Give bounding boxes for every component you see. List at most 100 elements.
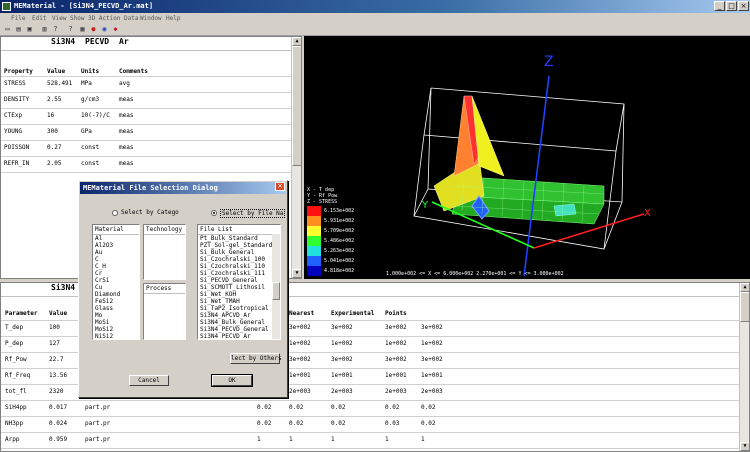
cancel-button[interactable]: Cancel bbox=[129, 375, 169, 386]
menu-data[interactable]: Data bbox=[124, 15, 138, 22]
globe-icon[interactable]: ● bbox=[89, 25, 98, 34]
material-item[interactable]: Cu bbox=[93, 284, 139, 291]
ok-button[interactable]: OK bbox=[211, 374, 253, 387]
new-icon[interactable]: ▭ bbox=[3, 25, 12, 34]
property-row[interactable]: DENSITY 2.55 g/cm3 meas bbox=[1, 93, 301, 109]
scroll-thumb[interactable] bbox=[292, 46, 301, 166]
property-row-cell: 10(-7)/C bbox=[81, 112, 110, 119]
file-item[interactable]: Si_Bulk_General bbox=[198, 249, 272, 256]
file-selection-dialog: MEMaterial File Selection Dialog × Selec… bbox=[78, 180, 288, 398]
scroll-up-arrow[interactable]: ▲ bbox=[292, 37, 301, 46]
file-item[interactable]: Si3N4_PECVD_Ar bbox=[198, 333, 272, 339]
property-row-cell: 16 bbox=[47, 112, 55, 119]
material-item[interactable]: Mo bbox=[93, 312, 139, 319]
app-icon bbox=[2, 2, 11, 11]
file-item[interactable]: Si_Wet_KOH bbox=[198, 291, 272, 298]
file-item[interactable]: Si_Czochralski_111 bbox=[198, 270, 272, 277]
process-list-header: Process bbox=[144, 284, 185, 294]
file-list[interactable]: File List Pt_Bulk_Standard PZT_Sol-gel_St… bbox=[197, 224, 281, 340]
material-item[interactable]: FeSi2 bbox=[93, 298, 139, 305]
parameter-row-cell: 0.024 bbox=[49, 420, 68, 427]
file-item[interactable]: PZT_Sol-gel_Standard bbox=[198, 242, 272, 249]
file-item[interactable]: Si3N4_PECVD_General bbox=[198, 326, 272, 333]
material-item[interactable]: MoSi bbox=[93, 319, 139, 326]
bottom-scroll-thumb[interactable] bbox=[740, 292, 749, 322]
file-item[interactable]: Si3N4_Bulk_General bbox=[198, 319, 272, 326]
open-icon[interactable]: ▤ bbox=[14, 25, 23, 34]
properties-column-header[interactable]: Property Value Units Comments bbox=[1, 65, 301, 77]
properties-scrollbar[interactable]: ▲ ▼ bbox=[291, 37, 301, 278]
parameters-scrollbar[interactable]: ▲ ▼ bbox=[739, 283, 749, 451]
parameter-row[interactable]: NH3pp 0.024 part.pr 0.02 0.02 0.02 0.03 0.02 bbox=[1, 417, 749, 433]
parameter-row-cell: 0.02 bbox=[331, 404, 346, 411]
file-item[interactable]: Si_TaP2_Isotropical bbox=[198, 305, 272, 312]
file-item[interactable]: Si_SCMOTT_Lithosil bbox=[198, 284, 272, 291]
3d-plot-view[interactable]: Z Y X X - T dep Y - Rf Pow Z - STRESS 6.… bbox=[304, 36, 750, 279]
material-item[interactable]: Al bbox=[93, 235, 139, 242]
menu-3d-action[interactable]: 3D Action bbox=[88, 15, 121, 22]
dialog-close-button[interactable]: × bbox=[275, 182, 285, 191]
legend-axis-z: Z - STRESS bbox=[307, 199, 337, 205]
radio-select-by-filename[interactable] bbox=[211, 210, 217, 216]
flag-icon[interactable]: ◉ bbox=[100, 25, 109, 34]
property-row[interactable]: REFR_IN 2.05 const meas bbox=[1, 157, 301, 173]
property-row[interactable]: YOUNG 300 GPa meas bbox=[1, 125, 301, 141]
file-item[interactable]: Si_Czochralski_100 bbox=[198, 256, 272, 263]
parameter-row[interactable]: SiH4pp 0.017 part.pr 0.02 0.02 0.02 0.02 0.02 bbox=[1, 401, 749, 417]
material-item[interactable]: Glass bbox=[93, 305, 139, 312]
parameter-row-cell: 2e+003 bbox=[289, 388, 311, 395]
export-icon[interactable]: ◆ bbox=[111, 25, 120, 34]
material-item[interactable]: CrSi bbox=[93, 277, 139, 284]
select-by-others-button[interactable]: lect by Others bbox=[230, 353, 282, 364]
material-item[interactable]: Au bbox=[93, 249, 139, 256]
material-list[interactable]: Material Al Al2O3 Au C C_H Cr CrSi Cu Diamond FeS… bbox=[92, 224, 140, 340]
property-row-cell: DENSITY bbox=[4, 96, 30, 103]
material-item[interactable]: Cr bbox=[93, 270, 139, 277]
property-row[interactable]: POISSON 0.27 const meas bbox=[1, 141, 301, 157]
material-item[interactable]: NiSi2 bbox=[93, 333, 139, 339]
menu-view[interactable]: View bbox=[52, 15, 66, 22]
parameter-row-cell: 1e+001 bbox=[385, 372, 407, 379]
properties-column-header-cell: Value bbox=[47, 68, 66, 75]
property-row-cell: meas bbox=[119, 112, 134, 119]
material-item[interactable]: Diamond bbox=[93, 291, 139, 298]
material-item[interactable]: Al2O3 bbox=[93, 242, 139, 249]
bottom-scroll-down-arrow[interactable]: ▼ bbox=[740, 442, 749, 451]
material-item[interactable]: C_H bbox=[93, 263, 139, 270]
minimize-button[interactable]: _ bbox=[714, 1, 725, 11]
process-list[interactable]: Process bbox=[143, 283, 186, 340]
file-item[interactable]: Si_PECVD_General bbox=[198, 277, 272, 284]
menu-edit[interactable]: Edit bbox=[32, 15, 46, 22]
technology-list[interactable]: Technology bbox=[143, 224, 186, 280]
menu-show[interactable]: Show bbox=[70, 15, 84, 22]
file-list-scroll-thumb[interactable] bbox=[272, 282, 280, 300]
menu-help[interactable]: Help bbox=[166, 15, 180, 22]
material-item[interactable]: MoSi2 bbox=[93, 326, 139, 333]
chart-icon[interactable]: ▦ bbox=[78, 25, 87, 34]
parameter-row-cell: tot_fl bbox=[5, 388, 27, 395]
file-item[interactable]: Pt_Bulk_Standard bbox=[198, 235, 272, 242]
menu-file[interactable]: File bbox=[11, 15, 25, 22]
scroll-down-arrow[interactable]: ▼ bbox=[292, 269, 301, 278]
close-button[interactable]: × bbox=[738, 1, 749, 11]
file-item[interactable]: Si_Wet_TMAH bbox=[198, 298, 272, 305]
menu-window[interactable]: Window bbox=[140, 15, 162, 22]
query-icon[interactable]: ? bbox=[66, 25, 75, 34]
file-item[interactable]: Si_Czochralski_110 bbox=[198, 263, 272, 270]
parameter-row[interactable]: Arpp 0.959 part.pr 1 1 1 1 1 bbox=[1, 433, 749, 449]
material-item[interactable]: C bbox=[93, 256, 139, 263]
maximize-button[interactable]: □ bbox=[726, 1, 737, 11]
property-row[interactable]: STRESS 528.491 MPa avg bbox=[1, 77, 301, 93]
bottom-scroll-up-arrow[interactable]: ▲ bbox=[740, 283, 749, 292]
file-list-scrollbar[interactable] bbox=[272, 234, 280, 339]
help-icon[interactable]: ? bbox=[51, 25, 60, 34]
property-row-cell: 528.491 bbox=[47, 80, 73, 87]
property-row[interactable]: CTExp 16 10(-7)/C meas bbox=[1, 109, 301, 125]
parameter-row-cell: part.pr bbox=[85, 420, 111, 427]
save-icon[interactable]: ▣ bbox=[25, 25, 34, 34]
print-icon[interactable]: ▥ bbox=[40, 25, 49, 34]
file-item[interactable]: Si3N4_APCVD_Ar bbox=[198, 312, 272, 319]
parameter-row-cell: 3e+002 bbox=[289, 324, 311, 331]
legend-value: 4.818e+002 bbox=[324, 268, 354, 274]
radio-select-by-category[interactable] bbox=[112, 210, 118, 216]
